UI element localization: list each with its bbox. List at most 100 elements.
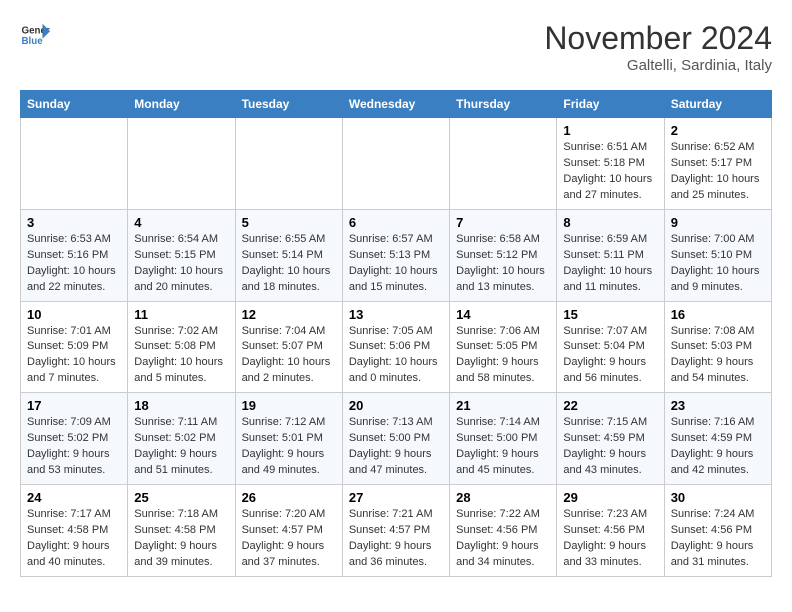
day-info: Sunrise: 7:08 AM Sunset: 5:03 PM Dayligh…	[671, 324, 765, 388]
day-number: 18	[134, 398, 228, 413]
day-number: 28	[456, 490, 550, 505]
day-number: 22	[563, 398, 657, 413]
day-info: Sunrise: 7:24 AM Sunset: 4:56 PM Dayligh…	[671, 507, 765, 571]
calendar-cell: 10 Sunrise: 7:01 AM Sunset: 5:09 PM Dayli…	[21, 301, 128, 393]
calendar-cell: 1 Sunrise: 6:51 AM Sunset: 5:18 PM Daylig…	[557, 118, 664, 210]
day-info: Sunrise: 7:07 AM Sunset: 5:04 PM Dayligh…	[563, 324, 657, 388]
calendar-cell: 25 Sunrise: 7:18 AM Sunset: 4:58 PM Dayli…	[128, 485, 235, 577]
day-info: Sunrise: 7:22 AM Sunset: 4:56 PM Dayligh…	[456, 507, 550, 571]
day-info: Sunrise: 7:20 AM Sunset: 4:57 PM Dayligh…	[242, 507, 336, 571]
day-number: 19	[242, 398, 336, 413]
calendar-cell: 7 Sunrise: 6:58 AM Sunset: 5:12 PM Daylig…	[450, 209, 557, 301]
day-number: 27	[349, 490, 443, 505]
day-info: Sunrise: 7:15 AM Sunset: 4:59 PM Dayligh…	[563, 415, 657, 479]
weekday-header-thursday: Thursday	[450, 91, 557, 118]
location-subtitle: Galtelli, Sardinia, Italy	[544, 57, 772, 74]
calendar-cell: 8Sunrise: 6:59 AM Sunset: 5:11 PM Daylig…	[557, 209, 664, 301]
day-info: Sunrise: 6:53 AM Sunset: 5:16 PM Dayligh…	[27, 232, 121, 296]
weekday-header-tuesday: Tuesday	[235, 91, 342, 118]
calendar-cell: 9 Sunrise: 7:00 AM Sunset: 5:10 PM Daylig…	[664, 209, 771, 301]
day-info: Sunrise: 7:12 AM Sunset: 5:01 PM Dayligh…	[242, 415, 336, 479]
calendar-cell: 23 Sunrise: 7:16 AM Sunset: 4:59 PM Dayli…	[664, 393, 771, 485]
calendar-body: 1 Sunrise: 6:51 AM Sunset: 5:18 PM Daylig…	[21, 118, 772, 577]
day-info: Sunrise: 6:58 AM Sunset: 5:12 PM Dayligh…	[456, 232, 550, 296]
weekday-header-saturday: Saturday	[664, 91, 771, 118]
day-number: 13	[349, 307, 443, 322]
calendar-cell: 26Sunrise: 7:20 AM Sunset: 4:57 PM Dayli…	[235, 485, 342, 577]
calendar-cell: 28 Sunrise: 7:22 AM Sunset: 4:56 PM Dayli…	[450, 485, 557, 577]
day-number: 29	[563, 490, 657, 505]
day-number: 9	[671, 215, 765, 230]
calendar-cell: 11Sunrise: 7:02 AM Sunset: 5:08 PM Dayli…	[128, 301, 235, 393]
calendar-cell	[128, 118, 235, 210]
calendar-cell: 24 Sunrise: 7:17 AM Sunset: 4:58 PM Dayli…	[21, 485, 128, 577]
day-number: 17	[27, 398, 121, 413]
weekday-header-sunday: Sunday	[21, 91, 128, 118]
day-number: 25	[134, 490, 228, 505]
weekday-header-row: SundayMondayTuesdayWednesdayThursdayFrid…	[21, 91, 772, 118]
calendar-cell: 14 Sunrise: 7:06 AM Sunset: 5:05 PM Dayli…	[450, 301, 557, 393]
day-number: 20	[349, 398, 443, 413]
calendar-cell: 5Sunrise: 6:55 AM Sunset: 5:14 PM Daylig…	[235, 209, 342, 301]
calendar-week-3: 17 Sunrise: 7:09 AM Sunset: 5:02 PM Dayli…	[21, 393, 772, 485]
calendar-table: SundayMondayTuesdayWednesdayThursdayFrid…	[20, 90, 772, 577]
day-info: Sunrise: 7:00 AM Sunset: 5:10 PM Dayligh…	[671, 232, 765, 296]
logo: General Blue	[20, 20, 50, 50]
month-title: November 2024	[544, 20, 772, 57]
day-info: Sunrise: 6:54 AM Sunset: 5:15 PM Dayligh…	[134, 232, 228, 296]
day-number: 12	[242, 307, 336, 322]
day-info: Sunrise: 7:04 AM Sunset: 5:07 PM Dayligh…	[242, 324, 336, 388]
day-number: 3	[27, 215, 121, 230]
day-info: Sunrise: 7:09 AM Sunset: 5:02 PM Dayligh…	[27, 415, 121, 479]
day-info: Sunrise: 7:02 AM Sunset: 5:08 PM Dayligh…	[134, 324, 228, 388]
calendar-week-1: 3 Sunrise: 6:53 AM Sunset: 5:16 PM Daylig…	[21, 209, 772, 301]
calendar-cell: 20Sunrise: 7:13 AM Sunset: 5:00 PM Dayli…	[342, 393, 449, 485]
day-info: Sunrise: 7:23 AM Sunset: 4:56 PM Dayligh…	[563, 507, 657, 571]
calendar-cell: 4 Sunrise: 6:54 AM Sunset: 5:15 PM Daylig…	[128, 209, 235, 301]
day-number: 23	[671, 398, 765, 413]
day-info: Sunrise: 7:01 AM Sunset: 5:09 PM Dayligh…	[27, 324, 121, 388]
calendar-header: SundayMondayTuesdayWednesdayThursdayFrid…	[21, 91, 772, 118]
day-info: Sunrise: 6:52 AM Sunset: 5:17 PM Dayligh…	[671, 140, 765, 204]
day-info: Sunrise: 7:14 AM Sunset: 5:00 PM Dayligh…	[456, 415, 550, 479]
day-info: Sunrise: 7:05 AM Sunset: 5:06 PM Dayligh…	[349, 324, 443, 388]
day-info: Sunrise: 6:55 AM Sunset: 5:14 PM Dayligh…	[242, 232, 336, 296]
calendar-cell: 19 Sunrise: 7:12 AM Sunset: 5:01 PM Dayli…	[235, 393, 342, 485]
calendar-cell	[450, 118, 557, 210]
day-info: Sunrise: 7:06 AM Sunset: 5:05 PM Dayligh…	[456, 324, 550, 388]
day-info: Sunrise: 7:18 AM Sunset: 4:58 PM Dayligh…	[134, 507, 228, 571]
day-info: Sunrise: 6:57 AM Sunset: 5:13 PM Dayligh…	[349, 232, 443, 296]
calendar-cell: 6 Sunrise: 6:57 AM Sunset: 5:13 PM Daylig…	[342, 209, 449, 301]
svg-text:Blue: Blue	[22, 36, 44, 47]
weekday-header-friday: Friday	[557, 91, 664, 118]
calendar-week-4: 24 Sunrise: 7:17 AM Sunset: 4:58 PM Dayli…	[21, 485, 772, 577]
day-number: 2	[671, 123, 765, 138]
day-info: Sunrise: 6:51 AM Sunset: 5:18 PM Dayligh…	[563, 140, 657, 204]
day-info: Sunrise: 7:16 AM Sunset: 4:59 PM Dayligh…	[671, 415, 765, 479]
day-number: 7	[456, 215, 550, 230]
calendar-cell: 13 Sunrise: 7:05 AM Sunset: 5:06 PM Dayli…	[342, 301, 449, 393]
day-number: 21	[456, 398, 550, 413]
calendar-cell: 3 Sunrise: 6:53 AM Sunset: 5:16 PM Daylig…	[21, 209, 128, 301]
day-number: 14	[456, 307, 550, 322]
weekday-header-wednesday: Wednesday	[342, 91, 449, 118]
day-number: 4	[134, 215, 228, 230]
day-number: 1	[563, 123, 657, 138]
calendar-cell: 16Sunrise: 7:08 AM Sunset: 5:03 PM Dayli…	[664, 301, 771, 393]
calendar-cell: 17 Sunrise: 7:09 AM Sunset: 5:02 PM Dayli…	[21, 393, 128, 485]
day-info: Sunrise: 7:17 AM Sunset: 4:58 PM Dayligh…	[27, 507, 121, 571]
calendar-week-0: 1 Sunrise: 6:51 AM Sunset: 5:18 PM Daylig…	[21, 118, 772, 210]
calendar-cell: 18Sunrise: 7:11 AM Sunset: 5:02 PM Dayli…	[128, 393, 235, 485]
day-number: 30	[671, 490, 765, 505]
logo-icon: General Blue	[20, 20, 50, 50]
day-number: 24	[27, 490, 121, 505]
calendar-cell: 15Sunrise: 7:07 AM Sunset: 5:04 PM Dayli…	[557, 301, 664, 393]
calendar-cell: 21 Sunrise: 7:14 AM Sunset: 5:00 PM Dayli…	[450, 393, 557, 485]
calendar-cell: 27Sunrise: 7:21 AM Sunset: 4:57 PM Dayli…	[342, 485, 449, 577]
calendar-cell	[235, 118, 342, 210]
day-number: 10	[27, 307, 121, 322]
calendar-cell: 30 Sunrise: 7:24 AM Sunset: 4:56 PM Dayli…	[664, 485, 771, 577]
calendar-cell	[342, 118, 449, 210]
day-number: 6	[349, 215, 443, 230]
weekday-header-monday: Monday	[128, 91, 235, 118]
